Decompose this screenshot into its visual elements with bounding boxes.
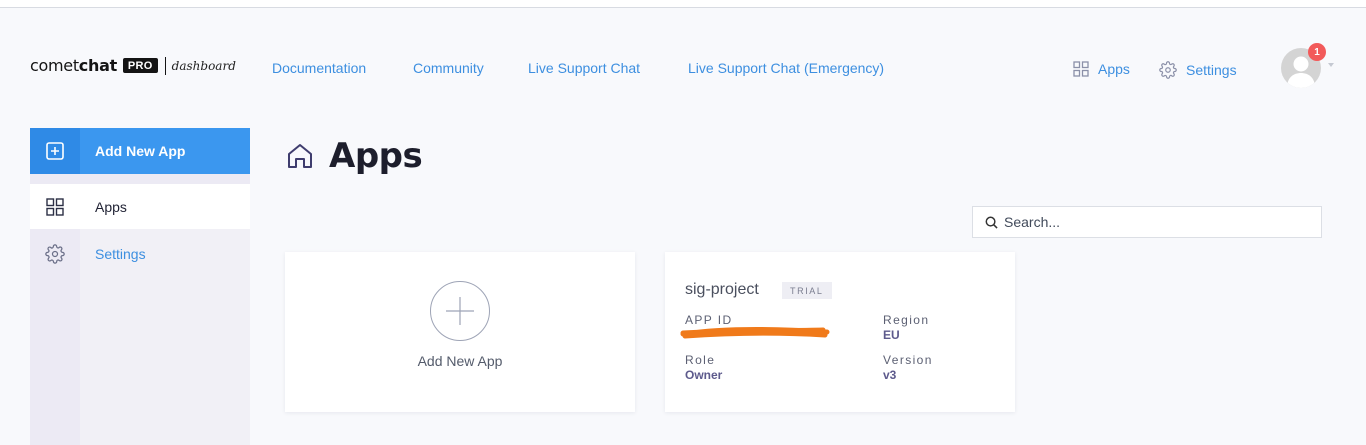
browser-top-edge xyxy=(0,0,1366,8)
sidebar-add-new-app-label: Add New App xyxy=(95,143,186,159)
search-icon xyxy=(985,216,998,229)
role-label: Role xyxy=(685,353,716,367)
sidebar: Add New App Apps Settings xyxy=(30,128,250,445)
header-apps-button[interactable]: Apps xyxy=(1073,61,1130,77)
sidebar-item-label: Settings xyxy=(95,245,146,262)
plus-square-icon xyxy=(46,142,64,160)
logo-divider xyxy=(164,56,166,75)
sidebar-item-label: Apps xyxy=(95,198,127,215)
notification-badge[interactable]: 1 xyxy=(1308,43,1326,61)
sidebar-add-new-app-button[interactable]: Add New App xyxy=(30,128,250,174)
redaction-scribble xyxy=(680,327,830,339)
add-new-app-label: Add New App xyxy=(417,353,503,369)
version-label: Version xyxy=(883,353,933,367)
app-card[interactable]: sig-project TRIAL APP ID Region EU Role … xyxy=(665,252,1015,412)
region-value: EU xyxy=(883,328,900,342)
sidebar-item-settings[interactable]: Settings xyxy=(30,231,250,276)
role-value: Owner xyxy=(685,368,723,382)
header-apps-label: Apps xyxy=(1098,61,1130,77)
chevron-down-icon[interactable] xyxy=(1328,63,1334,67)
search-input[interactable] xyxy=(1004,214,1304,230)
region-label: Region xyxy=(883,313,930,327)
grid-icon xyxy=(30,197,80,216)
page-title: Apps xyxy=(329,136,423,176)
add-new-app-card[interactable]: Add New App xyxy=(285,252,635,412)
nav-link-live-support-emergency[interactable]: Live Support Chat (Emergency) xyxy=(688,60,884,76)
page-header: Apps xyxy=(286,136,423,176)
add-app-icon-box xyxy=(30,128,80,174)
home-icon xyxy=(288,144,312,168)
nav-link-live-support-chat[interactable]: Live Support Chat xyxy=(528,60,640,76)
nav-link-community[interactable]: Community xyxy=(413,60,484,76)
logo-wordmark: cometchat xyxy=(30,56,117,75)
search-box[interactable] xyxy=(972,206,1322,238)
grid-icon xyxy=(1073,61,1089,77)
trial-badge: TRIAL xyxy=(782,282,832,299)
sidebar-item-apps[interactable]: Apps xyxy=(30,184,250,229)
app-name: sig-project xyxy=(685,281,759,298)
pro-badge: PRO xyxy=(122,58,158,73)
plus-icon xyxy=(446,297,474,325)
sidebar-spacer xyxy=(30,174,250,184)
add-circle-button[interactable] xyxy=(430,281,490,341)
header-settings-button[interactable]: Settings xyxy=(1159,61,1237,79)
gear-icon xyxy=(1159,61,1177,79)
logo-subtitle: dashboard xyxy=(171,58,236,73)
nav-link-documentation[interactable]: Documentation xyxy=(272,60,366,76)
gear-icon xyxy=(30,243,80,264)
header-settings-label: Settings xyxy=(1186,62,1237,78)
version-value: v3 xyxy=(883,368,897,382)
cometchat-logo[interactable]: cometchat PRO dashboard xyxy=(30,56,236,75)
